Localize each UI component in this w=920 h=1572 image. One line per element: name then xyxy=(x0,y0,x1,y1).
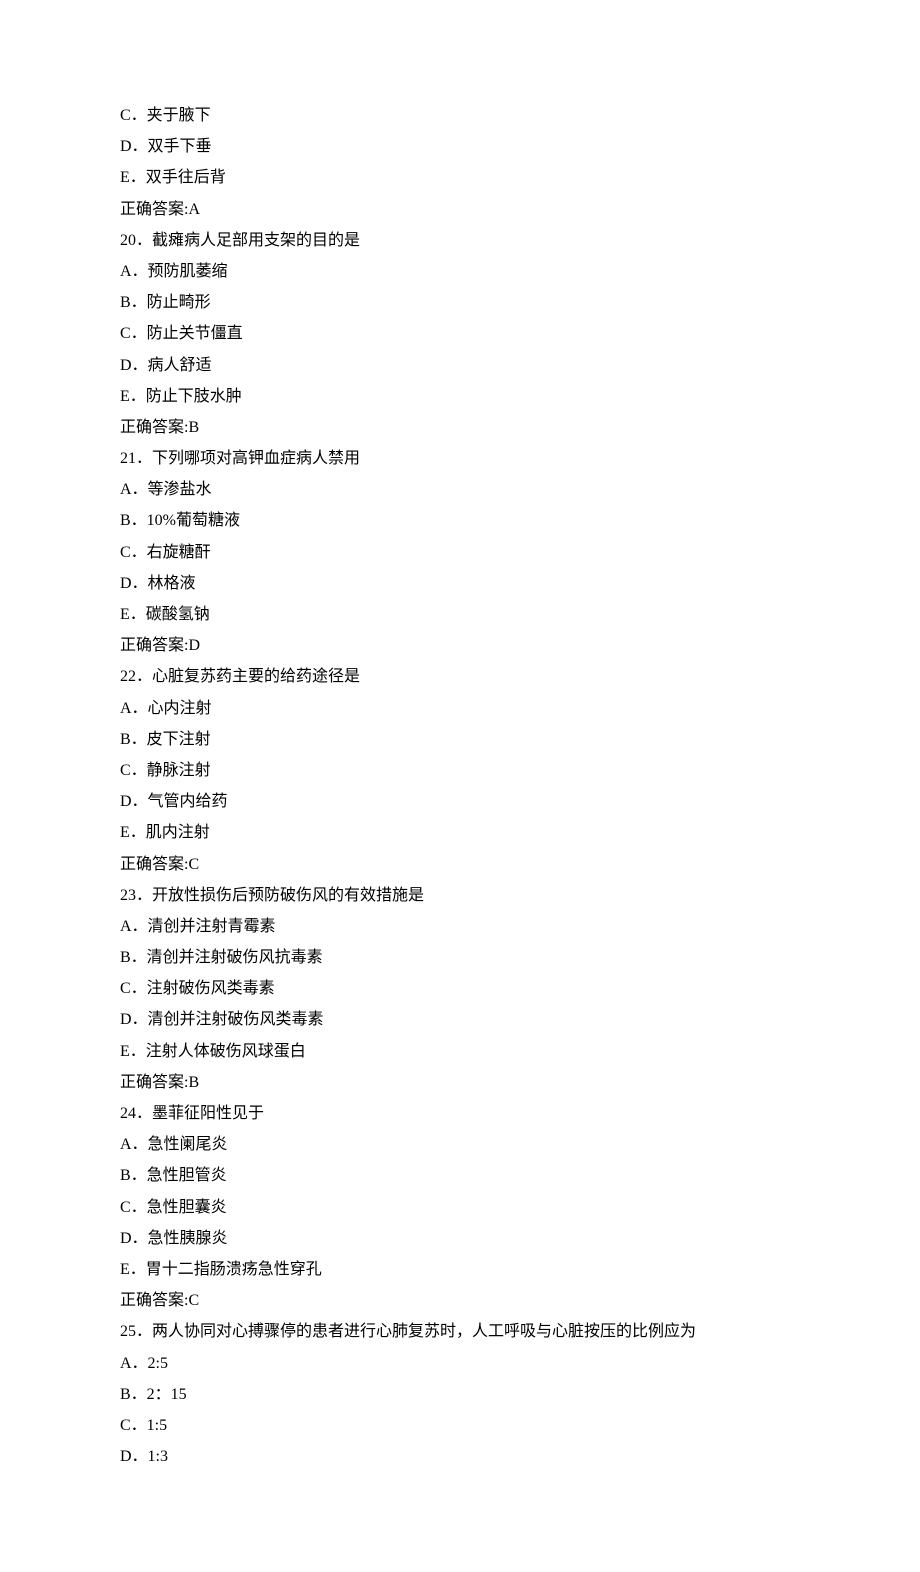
text-line: C．急性胆囊炎 xyxy=(120,1192,800,1223)
text-line: C．注射破伤风类毒素 xyxy=(120,973,800,1004)
text-line: C．静脉注射 xyxy=(120,755,800,786)
text-line: C．1:5 xyxy=(120,1410,800,1441)
text-line: 23．开放性损伤后预防破伤风的有效措施是 xyxy=(120,880,800,911)
text-line: D．林格液 xyxy=(120,568,800,599)
text-line: B．防止畸形 xyxy=(120,287,800,318)
text-line: 正确答案:B xyxy=(120,1067,800,1098)
text-line: D．清创并注射破伤风类毒素 xyxy=(120,1004,800,1035)
text-line: B．清创并注射破伤风抗毒素 xyxy=(120,942,800,973)
text-line: E．注射人体破伤风球蛋白 xyxy=(120,1036,800,1067)
text-line: E．双手往后背 xyxy=(120,162,800,193)
text-line: 正确答案:C xyxy=(120,1285,800,1316)
text-line: B．皮下注射 xyxy=(120,724,800,755)
text-line: A．预防肌萎缩 xyxy=(120,256,800,287)
text-line: B．急性胆管炎 xyxy=(120,1160,800,1191)
text-line: E．防止下肢水肿 xyxy=(120,381,800,412)
text-line: E．碳酸氢钠 xyxy=(120,599,800,630)
text-line: C．右旋糖酐 xyxy=(120,537,800,568)
text-line: 正确答案:A xyxy=(120,194,800,225)
text-line: D．气管内给药 xyxy=(120,786,800,817)
text-line: 正确答案:C xyxy=(120,849,800,880)
text-line: A．心内注射 xyxy=(120,693,800,724)
text-line: C．夹于腋下 xyxy=(120,100,800,131)
text-line: 21．下列哪项对高钾血症病人禁用 xyxy=(120,443,800,474)
text-line: B．10%葡萄糖液 xyxy=(120,505,800,536)
text-line: E．胃十二指肠溃疡急性穿孔 xyxy=(120,1254,800,1285)
text-line: D．病人舒适 xyxy=(120,350,800,381)
text-line: B．2：15 xyxy=(120,1379,800,1410)
text-line: A．等渗盐水 xyxy=(120,474,800,505)
text-line: 20．截瘫病人足部用支架的目的是 xyxy=(120,225,800,256)
text-line: A．清创并注射青霉素 xyxy=(120,911,800,942)
text-line: 正确答案:B xyxy=(120,412,800,443)
text-line: A．2:5 xyxy=(120,1348,800,1379)
text-line: A．急性阑尾炎 xyxy=(120,1129,800,1160)
text-line: C．防止关节僵直 xyxy=(120,318,800,349)
text-line: 24．墨菲征阳性见于 xyxy=(120,1098,800,1129)
text-line: D．双手下垂 xyxy=(120,131,800,162)
text-line: 25．两人协同对心搏骤停的患者进行心肺复苏时，人工呼吸与心脏按压的比例应为 xyxy=(120,1316,800,1347)
text-line: 正确答案:D xyxy=(120,630,800,661)
document-body: C．夹于腋下D．双手下垂E．双手往后背正确答案:A20．截瘫病人足部用支架的目的… xyxy=(120,100,800,1472)
text-line: E．肌内注射 xyxy=(120,817,800,848)
text-line: D．急性胰腺炎 xyxy=(120,1223,800,1254)
text-line: D．1:3 xyxy=(120,1441,800,1472)
text-line: 22．心脏复苏药主要的给药途径是 xyxy=(120,661,800,692)
